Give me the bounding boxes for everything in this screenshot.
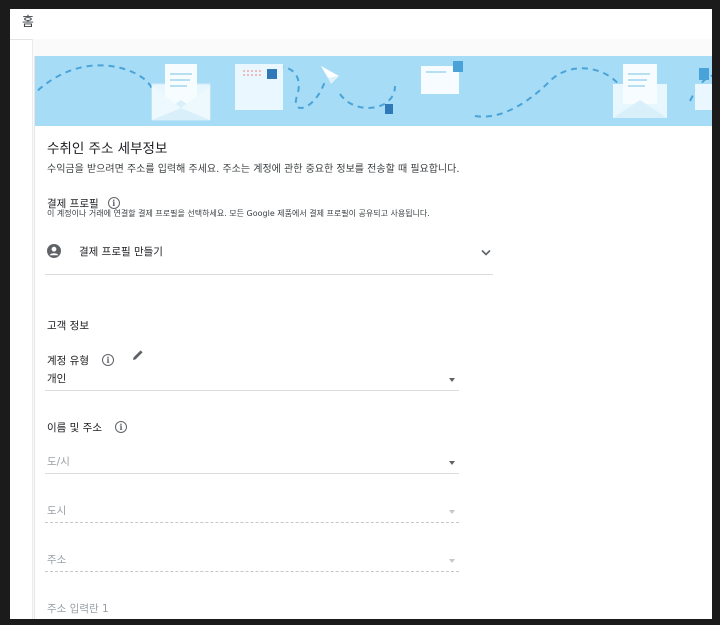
- name-address-heading: 이름 및 주소 i: [47, 416, 128, 435]
- main-content: 수취인 주소 세부정보 수익금을 받으려면 주소를 입력해 주세요. 주소는 계…: [32, 39, 712, 619]
- address-line1-placeholder: 주소 입력란 1: [47, 603, 109, 615]
- postcard-icon: [385, 61, 463, 114]
- account-type-label: 계정 유형: [47, 355, 89, 367]
- payment-profile-divider: [45, 274, 493, 275]
- payment-profile-select[interactable]: 결제 프로필 만들기: [45, 240, 493, 274]
- city-placeholder: 도시: [47, 505, 67, 517]
- account-type-dropdown-arrow-icon: [449, 378, 455, 382]
- paper-plane-icon: [321, 66, 339, 84]
- app-window: 홈 수취인 주소 세부정보 수익금을 받으려면 주소를 입력해 주세요. 주소는…: [10, 9, 712, 619]
- account-type-value: 개인: [47, 373, 67, 385]
- province-dropdown-arrow-icon: [449, 461, 455, 465]
- name-address-info-icon[interactable]: i: [115, 420, 128, 433]
- payment-profile-selected-value: 결제 프로필 만들기: [79, 246, 163, 258]
- city-underline: [45, 522, 459, 523]
- customer-info-title: 고객 정보: [47, 320, 89, 332]
- account-type-heading: 계정 유형 i: [47, 349, 115, 368]
- envelope-icon: [151, 64, 211, 121]
- address-select[interactable]: 주소: [45, 549, 459, 571]
- top-bar: 홈: [10, 9, 712, 40]
- name-address-label: 이름 및 주소: [47, 422, 102, 434]
- address-card: 수취인 주소 세부정보 수익금을 받으려면 주소를 입력해 주세요. 주소는 계…: [34, 56, 712, 619]
- address-underline: [45, 571, 459, 572]
- chevron-down-icon: [481, 249, 491, 256]
- address-section-description: 수익금을 받으려면 주소를 입력해 주세요. 주소는 계정에 관한 중요한 정보…: [47, 164, 460, 175]
- address-section-title: 수취인 주소 세부정보: [47, 141, 168, 157]
- province-select[interactable]: 도/시: [45, 451, 459, 473]
- payment-profile-info-icon[interactable]: i: [107, 196, 120, 209]
- mail-banner: [35, 56, 712, 126]
- city-dropdown-arrow-icon: [449, 510, 455, 514]
- edit-pencil-icon[interactable]: [131, 348, 145, 362]
- account-type-select[interactable]: 개인: [45, 368, 459, 390]
- address-line1-input[interactable]: 주소 입력란 1: [45, 598, 459, 619]
- city-select[interactable]: 도시: [45, 500, 459, 522]
- account-type-info-icon[interactable]: i: [102, 353, 115, 366]
- province-underline: [45, 473, 459, 474]
- envelope-icon-right: [613, 64, 712, 118]
- address-placeholder: 주소: [47, 554, 67, 566]
- province-placeholder: 도/시: [47, 456, 70, 468]
- account-circle-icon: [47, 244, 61, 258]
- account-type-underline: [45, 390, 459, 391]
- mail-banner-illustration: [35, 61, 712, 121]
- address-dropdown-arrow-icon: [449, 559, 455, 563]
- payment-profile-description: 이 계정이나 거래에 연결할 결제 프로필을 선택하세요. 모든 Google …: [47, 209, 430, 218]
- letter-icon: [235, 64, 283, 110]
- page-title: 홈: [22, 15, 34, 30]
